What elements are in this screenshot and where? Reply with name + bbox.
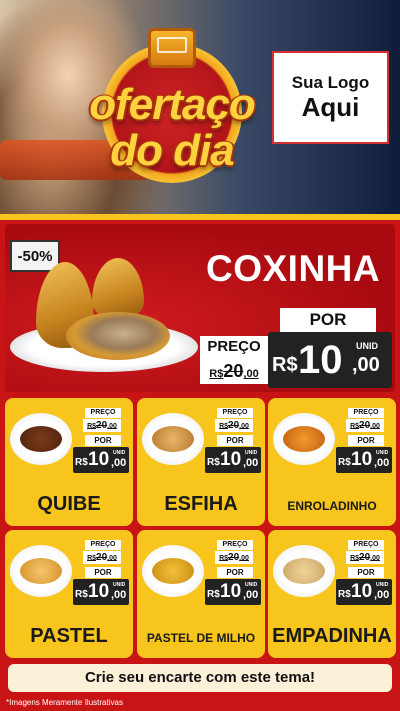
currency: R$ (207, 589, 220, 600)
preco-label: PREÇO (85, 540, 121, 550)
por-label: POR (348, 567, 384, 578)
cart-icon (148, 28, 196, 68)
unit-label: UNID (245, 450, 258, 456)
product-name: QUIBE (37, 493, 101, 515)
price-integer: 10 (298, 338, 343, 382)
por-label: POR (217, 435, 253, 446)
logo-line2: Aqui (301, 92, 360, 123)
currency: R$ (272, 354, 298, 376)
price-decimal: ,00 (111, 589, 127, 601)
price-decimal: ,00 (243, 457, 259, 469)
hero-price: R$ 10 UNID ,00 (268, 332, 392, 388)
product-card[interactable]: PREÇO R$20,00 POR R$ 10 UNID ,00 QUIBE (5, 398, 133, 526)
por-label: POR (85, 567, 121, 578)
price-integer: 10 (351, 449, 373, 470)
food-image (152, 426, 194, 452)
price-box: R$ 10 UNID ,00 (73, 579, 129, 605)
price-decimal: ,00 (374, 589, 390, 601)
product-card[interactable]: PREÇO R$20,00 POR R$ 10 UNID ,00 EMPADINHA (268, 530, 396, 658)
food-image (283, 426, 325, 452)
unit-label: UNID (376, 450, 389, 456)
price-decimal: ,00 (352, 354, 380, 376)
price-decimal: ,00 (111, 457, 127, 469)
product-name: ENROLADINHO (287, 499, 377, 513)
product-name: PASTEL (30, 625, 108, 647)
unit-label: UNID (356, 341, 378, 351)
unit-label: UNID (113, 450, 126, 456)
price-integer: 10 (88, 449, 110, 470)
price-integer: 10 (88, 581, 110, 602)
preco-label: PREÇO (85, 408, 121, 418)
preco-label: PREÇO (217, 408, 253, 418)
old-price: R$20,00 (215, 419, 253, 432)
old-price: R$20,00 (346, 419, 384, 432)
product-card[interactable]: PREÇO R$20,00 POR R$ 10 UNID ,00 ESFIHA (137, 398, 265, 526)
price-box: R$ 10 UNID ,00 (205, 447, 261, 473)
unit-label: UNID (113, 582, 126, 588)
badge-line2: do dia (110, 126, 235, 175)
hero-product-name: COXINHA (206, 248, 381, 289)
por-label: POR (348, 435, 384, 446)
hero-por-label: POR (280, 308, 376, 332)
currency: R$ (338, 589, 351, 600)
price-box: R$ 10 UNID ,00 (205, 579, 261, 605)
logo-placeholder[interactable]: Sua Logo Aqui (272, 51, 389, 144)
price-box: R$ 10 UNID ,00 (73, 447, 129, 473)
header-banner: ofertaço do dia Sua Logo Aqui (0, 0, 400, 214)
food-image (283, 558, 325, 584)
price-box: R$ 10 UNID ,00 (336, 447, 392, 473)
food-image (20, 558, 62, 584)
hero-preco-label: PREÇO (200, 336, 268, 358)
product-name: EMPADINHA (272, 625, 392, 647)
por-label: POR (217, 567, 253, 578)
disclaimer-text: *Imagens Meramente Ilustrativas (6, 698, 123, 707)
product-card[interactable]: PREÇO R$20,00 POR R$ 10 UNID ,00 ENROLADINHO (268, 398, 396, 526)
old-price: R$20,00 (346, 551, 384, 564)
currency: R$ (207, 457, 220, 468)
unit-label: UNID (376, 582, 389, 588)
old-price: R$20,00 (83, 551, 121, 564)
product-card[interactable]: PREÇO R$20,00 POR R$ 10 UNID ,00 PASTEL (5, 530, 133, 658)
product-name: ESFIHA (164, 493, 238, 515)
price-integer: 10 (351, 581, 373, 602)
price-integer: 10 (220, 449, 242, 470)
food-image (20, 426, 62, 452)
hero-old-price: R$20,00 (200, 358, 268, 384)
por-label: POR (85, 435, 121, 446)
currency: R$ (75, 457, 88, 468)
preco-label: PREÇO (348, 408, 384, 418)
food-image (152, 558, 194, 584)
preco-label: PREÇO (348, 540, 384, 550)
flyer: ofertaço do dia Sua Logo Aqui -50% COXIN… (0, 0, 400, 711)
price-box: R$ 10 UNID ,00 (336, 579, 392, 605)
offer-badge: ofertaço do dia (82, 28, 262, 188)
old-price: R$20,00 (215, 551, 253, 564)
currency: R$ (338, 457, 351, 468)
coxinha-cut-image (66, 312, 170, 360)
preco-label: PREÇO (217, 540, 253, 550)
old-price: R$20,00 (83, 419, 121, 432)
price-decimal: ,00 (243, 589, 259, 601)
product-name: PASTEL DE MILHO (146, 631, 256, 645)
product-card[interactable]: PREÇO R$20,00 POR R$ 10 UNID ,00 PASTEL DE MILH… (137, 530, 265, 658)
cta-banner[interactable]: Crie seu encarte com este tema! (8, 664, 392, 692)
currency: R$ (75, 589, 88, 600)
price-decimal: ,00 (374, 457, 390, 469)
logo-line1: Sua Logo (291, 73, 370, 93)
price-integer: 10 (220, 581, 242, 602)
unit-label: UNID (245, 582, 258, 588)
badge-line1: ofertaço (89, 80, 256, 129)
